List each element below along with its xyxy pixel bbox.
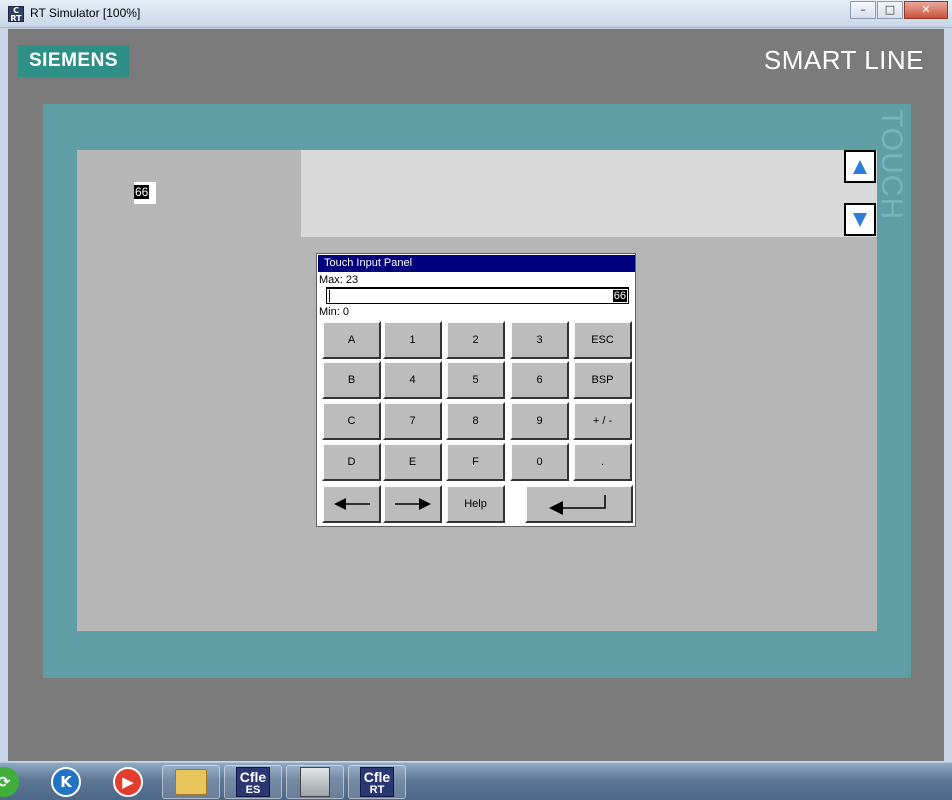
- touch-label-text: TOUCH: [875, 109, 908, 221]
- max-label: Max: 23: [319, 274, 359, 286]
- value-input[interactable]: 66: [326, 287, 629, 304]
- io-field-value: 66: [134, 185, 150, 199]
- cursor-left-button[interactable]: [322, 485, 381, 523]
- key-sign[interactable]: + / -: [573, 402, 632, 440]
- arrow-right-icon: [394, 498, 431, 510]
- app-icon[interactable]: C RT: [8, 6, 24, 23]
- taskbar-item-window[interactable]: [286, 765, 344, 799]
- enter-icon: [549, 495, 606, 515]
- taskbar-item-media-player[interactable]: ▶: [98, 765, 158, 799]
- cflex-es-icon: Cfle ES: [236, 767, 270, 797]
- key-4[interactable]: 4: [383, 361, 442, 399]
- product-line-label: SMART LINE: [763, 45, 924, 75]
- k-app-icon: K: [51, 767, 81, 797]
- window-thumbnail-icon: [300, 767, 330, 797]
- alarm-view: [301, 150, 877, 237]
- key-6[interactable]: 6: [510, 361, 569, 399]
- taskbar: ⟳ K ▶ Cfle ES Cfle RT: [0, 762, 952, 800]
- cflex-rt-icon: Cfle RT: [360, 767, 394, 797]
- key-8[interactable]: 8: [446, 402, 505, 440]
- key-3[interactable]: 3: [510, 321, 569, 359]
- taskbar-item-cflex-rt[interactable]: Cfle RT: [348, 765, 406, 799]
- close-button[interactable]: ✕: [904, 1, 948, 19]
- minimize-button[interactable]: –: [850, 1, 876, 19]
- key-0[interactable]: 0: [510, 443, 569, 481]
- key-b[interactable]: B: [322, 361, 381, 399]
- cflex-rt-sub: RT: [369, 784, 385, 796]
- triangle-down-icon: [853, 213, 867, 227]
- cursor-right-button[interactable]: [383, 485, 442, 523]
- window-title: RT Simulator [100%]: [30, 6, 141, 20]
- media-player-icon: ▶: [113, 767, 143, 797]
- taskbar-item-refresh[interactable]: ⟳: [0, 765, 24, 799]
- panel-title: Touch Input Panel: [318, 255, 635, 272]
- text-caret: [329, 290, 330, 302]
- key-9[interactable]: 9: [510, 402, 569, 440]
- title-bar[interactable]: C RT RT Simulator [100%] – □ ✕: [0, 0, 952, 28]
- arrow-left-icon: [333, 498, 370, 510]
- key-backspace[interactable]: BSP: [573, 361, 632, 399]
- key-f[interactable]: F: [446, 443, 505, 481]
- key-d[interactable]: D: [322, 443, 381, 481]
- siemens-logo: SIEMENS: [18, 45, 129, 77]
- help-button[interactable]: Help: [446, 485, 505, 523]
- folder-icon: [175, 769, 207, 795]
- scroll-down-button[interactable]: [844, 203, 876, 236]
- refresh-icon: ⟳: [0, 767, 19, 797]
- touch-input-panel: Touch Input Panel Max: 23 66 Min: 0 A 1 …: [316, 253, 636, 527]
- key-e[interactable]: E: [383, 443, 442, 481]
- taskbar-item-cflex-es[interactable]: Cfle ES: [224, 765, 282, 799]
- key-a[interactable]: A: [322, 321, 381, 359]
- window-controls: – □ ✕: [849, 1, 948, 19]
- enter-button[interactable]: [525, 485, 633, 523]
- touch-label: TOUCH: [875, 109, 916, 239]
- triangle-up-icon: [853, 160, 867, 174]
- cflex-es-label: Cfle: [239, 769, 267, 785]
- cflex-rt-label: Cfle: [363, 769, 391, 785]
- key-c[interactable]: C: [322, 402, 381, 440]
- min-label: Min: 0: [319, 306, 349, 318]
- cflex-es-sub: ES: [245, 784, 261, 796]
- io-field[interactable]: 66: [134, 182, 156, 204]
- scroll-up-button[interactable]: [844, 150, 876, 183]
- key-decimal[interactable]: .: [573, 443, 632, 481]
- maximize-button[interactable]: □: [877, 1, 903, 19]
- key-esc[interactable]: ESC: [573, 321, 632, 359]
- key-1[interactable]: 1: [383, 321, 442, 359]
- key-2[interactable]: 2: [446, 321, 505, 359]
- taskbar-item-folder[interactable]: [162, 765, 220, 799]
- taskbar-item-k-app[interactable]: K: [36, 765, 96, 799]
- key-7[interactable]: 7: [383, 402, 442, 440]
- value-input-text: 66: [612, 290, 627, 302]
- key-5[interactable]: 5: [446, 361, 505, 399]
